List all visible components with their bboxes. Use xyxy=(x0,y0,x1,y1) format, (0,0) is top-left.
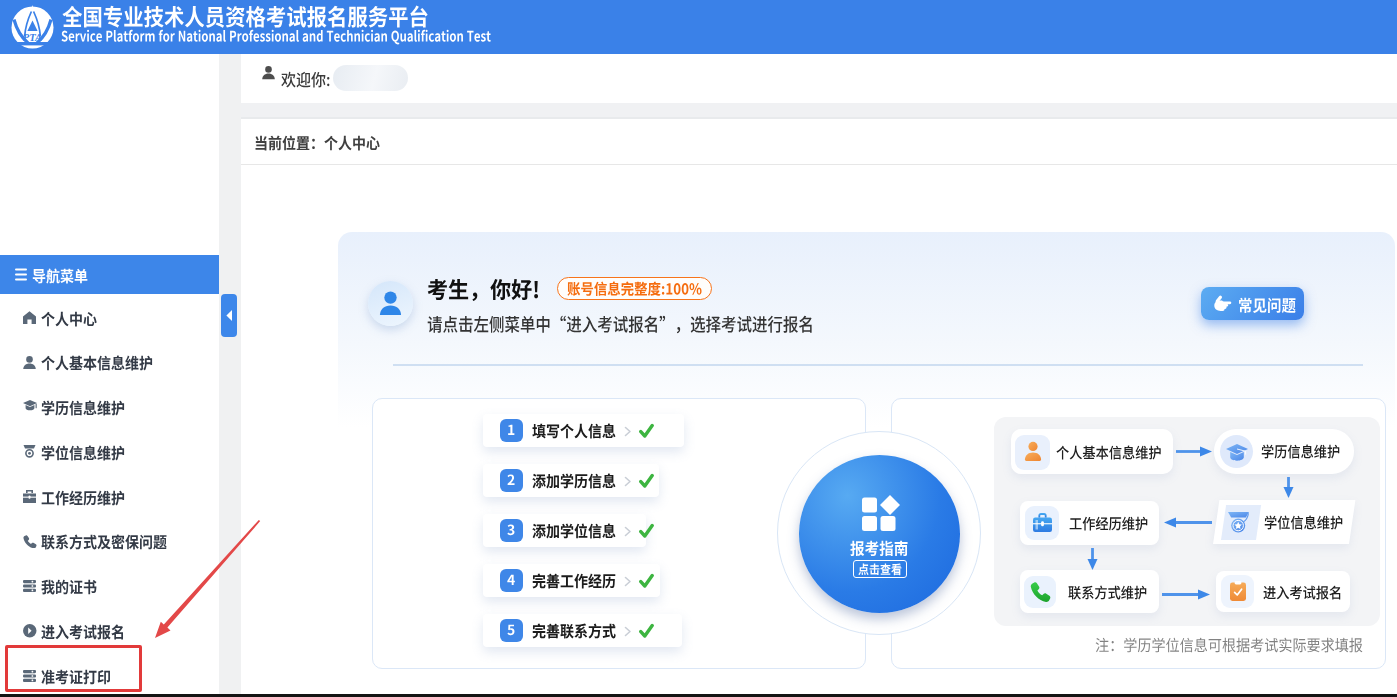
svg-text:PTA: PTA xyxy=(23,32,42,43)
